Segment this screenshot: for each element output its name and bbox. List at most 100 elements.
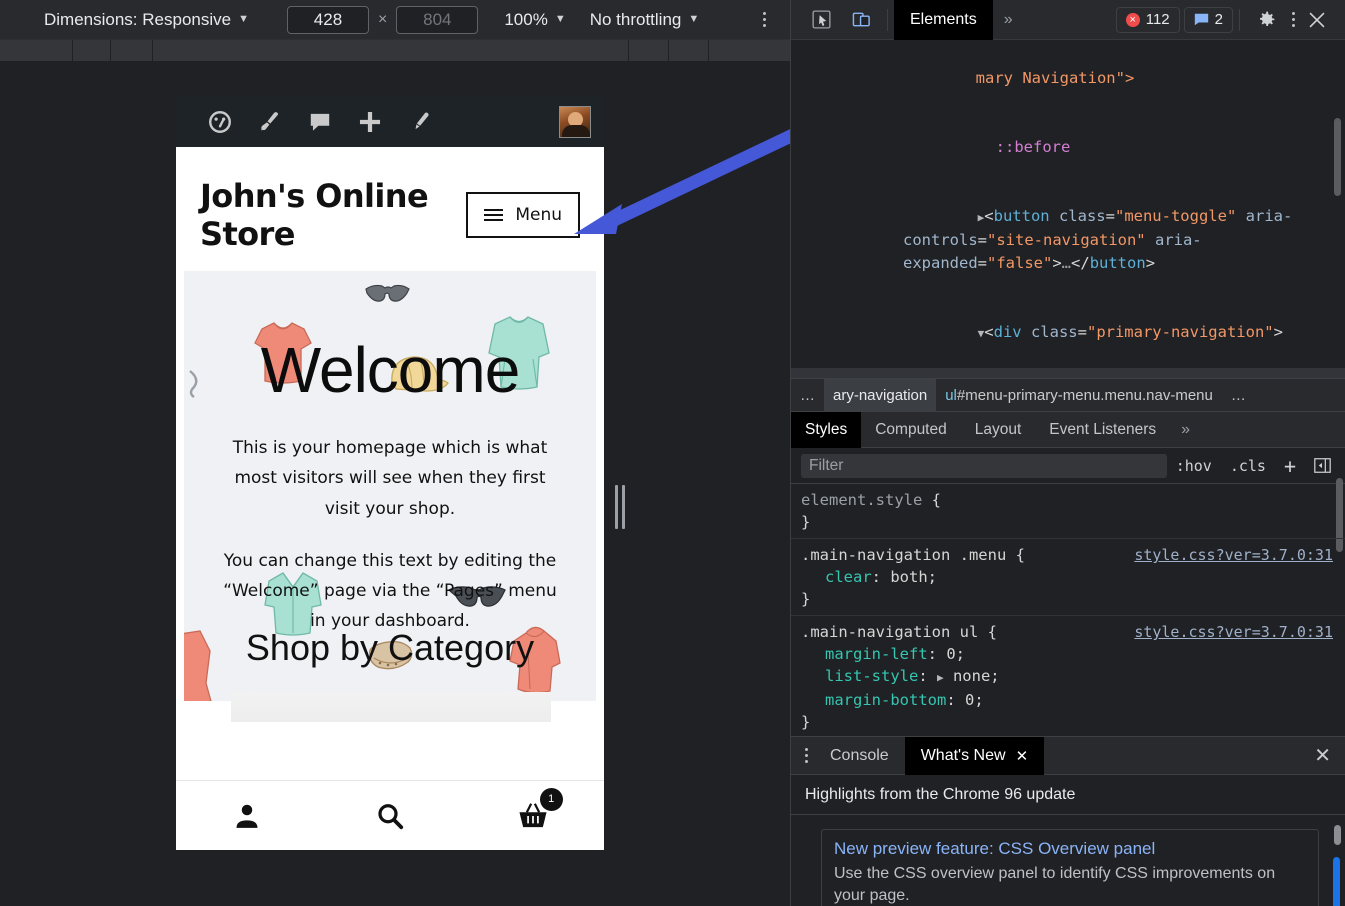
- chevron-down-icon: ▼: [688, 14, 699, 25]
- css-property[interactable]: margin-bottom: [825, 691, 946, 709]
- add-new-rule-button[interactable]: +: [1275, 454, 1305, 478]
- tab-layout[interactable]: Layout: [961, 412, 1036, 448]
- device-toolbar-kebab-icon[interactable]: [763, 12, 766, 27]
- dashboard-icon[interactable]: [195, 102, 245, 142]
- css-declaration[interactable]: margin-bottom: 0;: [801, 689, 1345, 711]
- toolbar-divider: [887, 9, 888, 31]
- hero-copy: This is your homepage which is what most…: [222, 433, 558, 637]
- css-selector[interactable]: .main-navigation .menu: [801, 546, 1006, 564]
- breadcrumb-item-parent[interactable]: ary-navigation: [824, 378, 936, 412]
- tab-elements[interactable]: Elements: [894, 0, 993, 40]
- wordpress-admin-bar: [176, 96, 604, 147]
- settings-gear-icon[interactable]: [1246, 0, 1286, 40]
- chevron-down-icon: ▼: [555, 14, 566, 25]
- styles-filter-input[interactable]: [801, 454, 1167, 478]
- styles-pane-tabs: Styles Computed Layout Event Listeners »: [791, 412, 1345, 448]
- whats-new-blue-scrollbar[interactable]: [1333, 857, 1340, 906]
- close-drawer-icon[interactable]: ✕: [1314, 743, 1331, 768]
- css-property[interactable]: clear: [825, 568, 872, 586]
- css-rule[interactable]: style.css?ver=3.7.0:31 .main-navigation …: [791, 616, 1345, 736]
- error-count-label: 112: [1146, 11, 1170, 28]
- css-value[interactable]: both: [890, 568, 927, 586]
- expand-shorthand-icon[interactable]: ▶: [937, 671, 944, 684]
- category-card-placeholder[interactable]: [231, 692, 551, 722]
- breadcrumb-item-current[interactable]: ul#menu-primary-menu.menu.nav-menu: [936, 378, 1222, 412]
- whats-new-card[interactable]: New preview feature: CSS Overview panel …: [821, 829, 1319, 906]
- css-source-link[interactable]: style.css?ver=3.7.0:31: [1134, 621, 1333, 643]
- chevron-down-icon: ▼: [238, 14, 249, 25]
- hov-toggle-button[interactable]: :hov: [1167, 457, 1221, 475]
- throttling-dropdown[interactable]: No throttling ▼: [590, 10, 700, 30]
- dom-tree-scrollbar[interactable]: [1334, 118, 1341, 196]
- viewport-resize-handle[interactable]: [613, 483, 627, 531]
- cls-toggle-button[interactable]: .cls: [1221, 457, 1275, 475]
- cart-nav-button[interactable]: 1: [461, 801, 604, 831]
- zoom-dropdown[interactable]: 100% ▼: [504, 10, 565, 30]
- whats-new-thumb[interactable]: [1334, 825, 1341, 845]
- dimensions-dropdown[interactable]: Dimensions: Responsive ▼: [44, 10, 249, 30]
- css-declaration[interactable]: clear: both;: [801, 566, 1345, 588]
- search-nav-button[interactable]: [319, 801, 462, 831]
- devtools-drawer: Console What's New ✕ ✕ Highlights from t…: [791, 736, 1345, 906]
- drawer-tab-whats-new[interactable]: What's New ✕: [905, 737, 1044, 775]
- menu-toggle-button[interactable]: Menu: [466, 192, 580, 238]
- css-selector[interactable]: .main-navigation ul: [801, 623, 978, 641]
- devtools-panel: Elements » × 112 2: [790, 0, 1345, 906]
- viewport-height-input[interactable]: 804: [396, 6, 478, 34]
- more-panels-chevron-icon[interactable]: »: [993, 11, 1024, 29]
- store-page-body: John's Online Store Menu: [176, 147, 604, 850]
- css-declaration[interactable]: list-style: ▶ none;: [801, 665, 1345, 689]
- zoom-label: 100%: [504, 10, 547, 30]
- inspect-element-icon[interactable]: [801, 0, 841, 40]
- drawer-tabs: Console What's New ✕ ✕: [791, 737, 1345, 775]
- avatar[interactable]: [559, 106, 591, 138]
- css-rules-list: element.style { } style.css?ver=3.7.0:31…: [791, 484, 1345, 736]
- device-toolbar-icon[interactable]: [841, 0, 881, 40]
- edit-pencil-icon[interactable]: [395, 102, 445, 142]
- toggle-computed-sidebar-icon[interactable]: [1305, 458, 1345, 473]
- customize-brush-icon[interactable]: [245, 102, 295, 142]
- dom-line[interactable]: ▼<div class="primary-navigation">: [791, 298, 1345, 368]
- css-declaration[interactable]: margin-left: 0;: [801, 643, 1345, 665]
- dom-tree[interactable]: mary Navigation"> ::before ▶<button clas…: [791, 40, 1345, 378]
- css-property[interactable]: list-style: [825, 667, 918, 685]
- close-tab-icon[interactable]: ✕: [1016, 747, 1029, 765]
- account-person-icon: [232, 801, 262, 831]
- tab-computed[interactable]: Computed: [861, 412, 961, 448]
- drawer-menu-kebab-icon[interactable]: [805, 748, 808, 763]
- page-title: John's Online Store: [200, 177, 466, 253]
- new-content-plus-icon[interactable]: [345, 102, 395, 142]
- tab-event-listeners[interactable]: Event Listeners: [1035, 412, 1170, 448]
- dom-line[interactable]: ▶<button class="menu-toggle" aria-contro…: [791, 182, 1345, 298]
- css-value[interactable]: none: [953, 667, 990, 685]
- styles-tabs-overflow-chevron-icon[interactable]: »: [1170, 421, 1201, 439]
- tab-styles[interactable]: Styles: [791, 412, 861, 448]
- whats-new-card-title[interactable]: New preview feature: CSS Overview panel: [834, 838, 1306, 861]
- error-count-badge[interactable]: × 112: [1116, 7, 1180, 33]
- account-nav-button[interactable]: [176, 801, 319, 831]
- viewport-ruler: [0, 40, 790, 62]
- css-value[interactable]: 0: [965, 691, 974, 709]
- message-count-badge[interactable]: 2: [1184, 7, 1233, 33]
- breadcrumb-overflow-left[interactable]: …: [791, 378, 824, 412]
- css-rule[interactable]: element.style { }: [791, 484, 1345, 539]
- main-menu-kebab-icon[interactable]: [1292, 12, 1295, 27]
- drawer-tab-console[interactable]: Console: [814, 737, 905, 775]
- hero-paragraph-1: This is your homepage which is what most…: [222, 433, 558, 524]
- comments-icon[interactable]: [295, 102, 345, 142]
- css-value[interactable]: 0: [946, 645, 955, 663]
- dom-line[interactable]: ::before: [791, 113, 1345, 182]
- whats-new-card-description: Use the CSS overview panel to identify C…: [834, 863, 1306, 906]
- hamburger-icon: [484, 209, 503, 221]
- breadcrumb-current-tag: ul: [945, 387, 957, 404]
- breadcrumb-overflow-right[interactable]: …: [1222, 378, 1255, 412]
- css-selector[interactable]: element.style: [801, 491, 922, 509]
- dom-line[interactable]: mary Navigation">: [791, 44, 1345, 113]
- css-source-link[interactable]: style.css?ver=3.7.0:31: [1134, 544, 1333, 566]
- breadcrumb: … ary-navigation ul#menu-primary-menu.me…: [791, 378, 1345, 412]
- dom-selected-node[interactable]: … ▶<ul id="menu-primary-menu" class="men…: [791, 368, 1345, 378]
- css-rule[interactable]: style.css?ver=3.7.0:31 .main-navigation …: [791, 539, 1345, 616]
- close-devtools-icon[interactable]: [1297, 0, 1337, 40]
- css-property[interactable]: margin-left: [825, 645, 928, 663]
- viewport-width-input[interactable]: 428: [287, 6, 369, 34]
